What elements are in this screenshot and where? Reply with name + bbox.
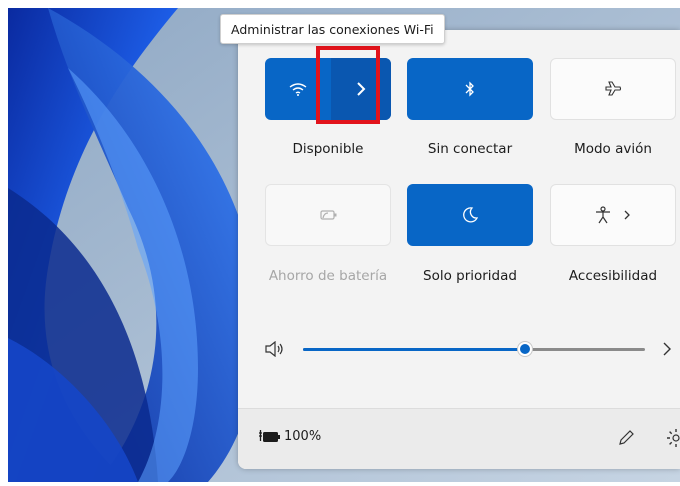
battery-charging-icon	[259, 429, 280, 442]
chevron-right-icon	[624, 210, 630, 220]
bluetooth-label: Sin conectar	[427, 141, 513, 157]
volume-output-chevron-icon[interactable]	[662, 342, 672, 356]
quick-settings-panel: Disponible Sin conectar Modo avión Ahorr…	[238, 30, 680, 469]
chevron-right-icon	[357, 82, 366, 96]
focus-assist-tile[interactable]	[407, 184, 533, 246]
speaker-icon[interactable]	[265, 341, 285, 357]
moon-icon	[463, 207, 478, 223]
bluetooth-icon	[465, 81, 474, 97]
accessibility-icon	[596, 206, 610, 224]
wifi-toggle-tile[interactable]	[265, 58, 391, 120]
desktop: Disponible Sin conectar Modo avión Ahorr…	[8, 8, 680, 482]
wifi-label: Disponible	[292, 141, 364, 157]
battery-saver-icon	[320, 210, 337, 220]
pencil-icon[interactable]	[617, 429, 635, 447]
accessibility-tile[interactable]	[550, 184, 676, 246]
wifi-icon	[289, 83, 307, 96]
volume-slider-thumb[interactable]	[518, 342, 533, 356]
airplane-label: Modo avión	[574, 141, 652, 157]
quick-settings-footer: 100%	[238, 408, 680, 469]
battery-percentage: 100%	[284, 429, 322, 444]
focus-label: Solo prioridad	[423, 268, 517, 284]
wifi-toggle-button[interactable]	[265, 58, 331, 120]
volume-slider[interactable]	[303, 342, 645, 356]
volume-slider-fill	[303, 348, 526, 351]
wifi-manage-button[interactable]	[331, 58, 391, 120]
gear-icon[interactable]	[666, 428, 680, 448]
battery-saver-tile	[265, 184, 391, 246]
battery-status[interactable]: 100%	[258, 429, 321, 444]
battery-saver-label: Ahorro de batería	[268, 268, 388, 284]
airplane-icon	[605, 81, 622, 96]
accessibility-label: Accesibilidad	[568, 268, 658, 284]
bluetooth-tile[interactable]	[407, 58, 533, 120]
tooltip: Administrar las conexiones Wi-Fi	[220, 14, 445, 44]
airplane-mode-tile[interactable]	[550, 58, 676, 120]
